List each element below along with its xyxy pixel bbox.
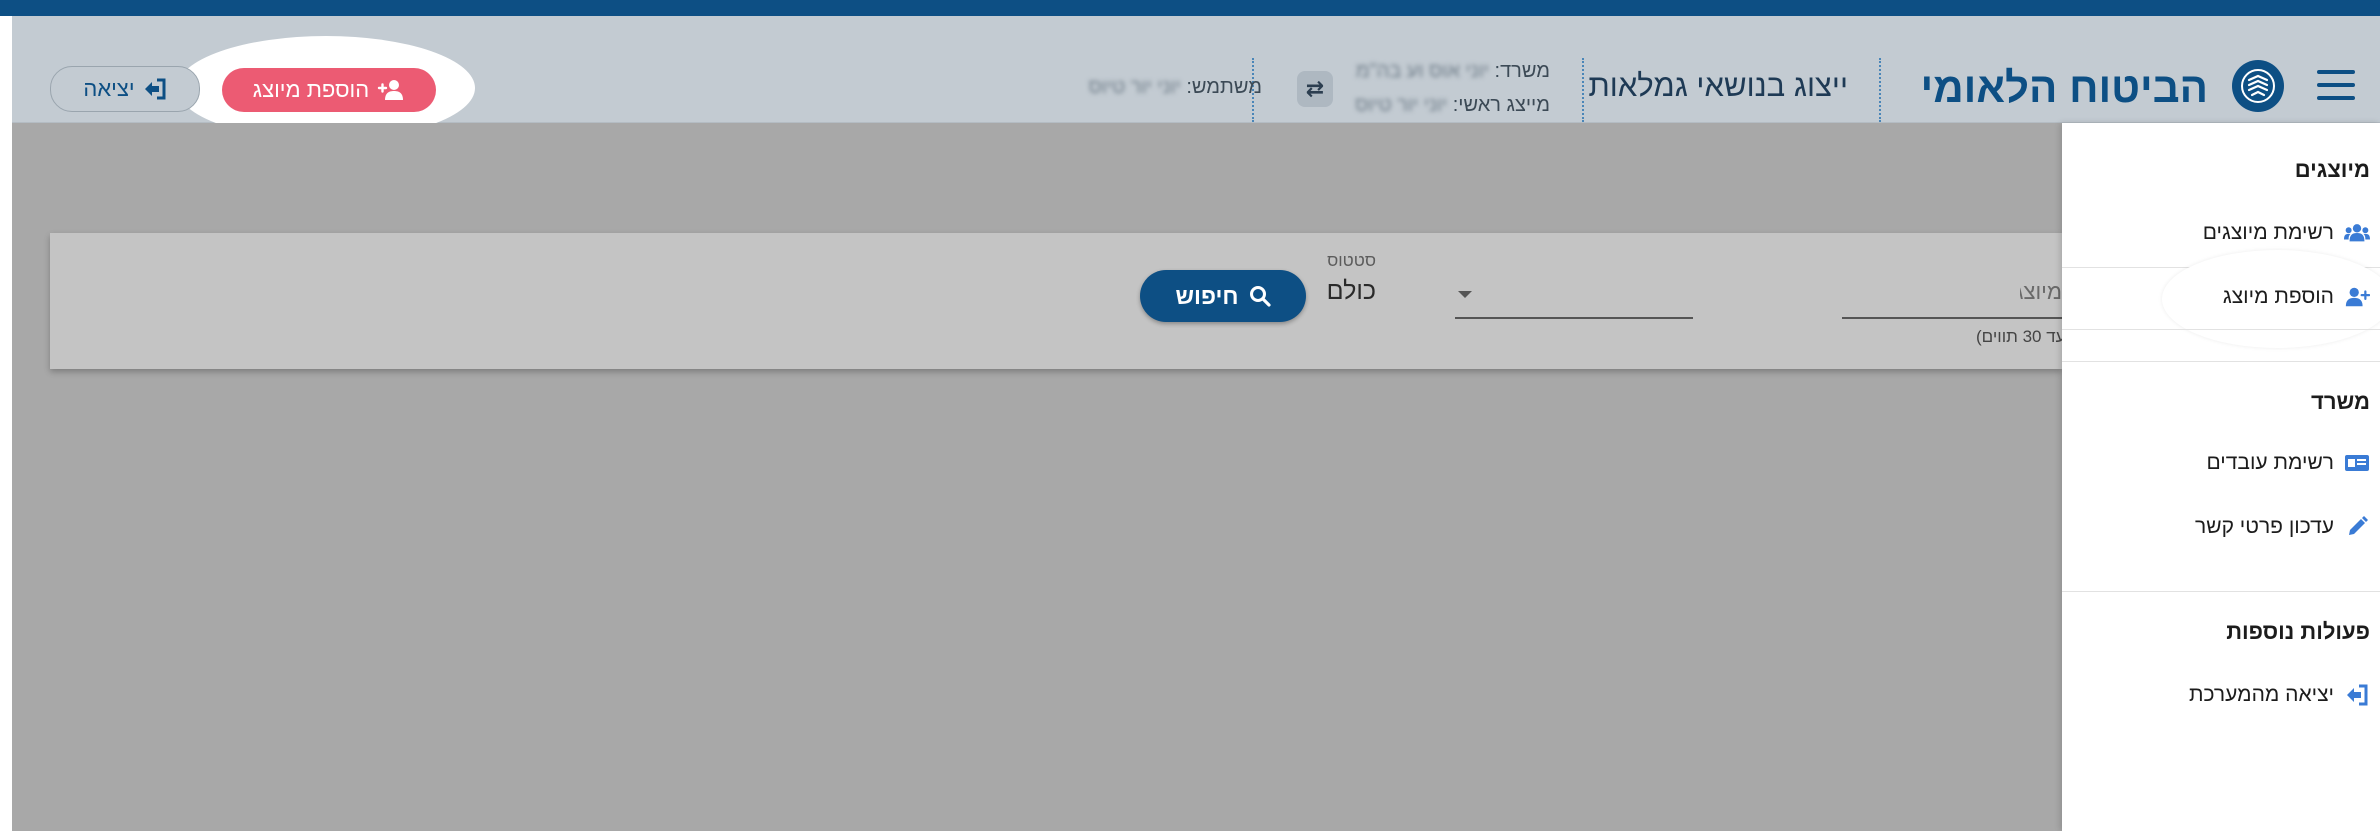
search-button-label: חיפוש xyxy=(1175,282,1239,309)
represented-input[interactable] xyxy=(1842,317,2062,319)
user-value: יוני יור טיוס xyxy=(1088,76,1181,98)
header-divider xyxy=(1879,58,1881,122)
status-select[interactable]: כולם xyxy=(1327,277,1376,306)
sign-out-icon xyxy=(2344,684,2370,706)
caret-down-icon[interactable] xyxy=(1458,291,1472,298)
sidebar-divider xyxy=(2062,329,2380,330)
add-represented-label: הוספת מיוצג xyxy=(252,77,370,102)
user-plus-icon xyxy=(2344,286,2370,308)
search-icon xyxy=(1249,286,1271,307)
logout-button[interactable]: יציאה xyxy=(50,66,200,112)
sidebar-item-represented-list[interactable]: רשימת מיוצגים xyxy=(2203,221,2370,245)
sidebar-item-update-contact[interactable]: עדכון פרטי קשר xyxy=(2195,515,2370,539)
sidebar-item-add-represented[interactable]: הוספת מיוצג xyxy=(2223,285,2370,309)
office-info: משרד: יוני אוס וע בה"מ xyxy=(1356,60,1550,83)
chief-rep-info: מייצג ראשי: יוני יור טיוס xyxy=(1355,94,1550,117)
add-represented-button[interactable]: הוספת מיוצג xyxy=(222,68,436,112)
app-header: הביטוח הלאומי ייצוג בנושאי גמלאות משרד: … xyxy=(12,16,2380,140)
sidebar-item-employee-list[interactable]: רשימת עובדים xyxy=(2206,451,2370,475)
id-card-icon xyxy=(2344,453,2370,473)
represented-field-hint: (עד 30 תווים) xyxy=(1976,327,2062,346)
hamburger-menu-icon[interactable] xyxy=(2317,70,2355,104)
office-value: יוני אוס וע בה"מ xyxy=(1355,60,1489,82)
search-button[interactable]: חיפוש xyxy=(1140,270,1306,322)
national-insurance-logo-icon xyxy=(2232,60,2284,112)
search-panel: סטטוס כולם מיוצג (עד 30 תווים) חיפוש xyxy=(50,233,2062,369)
sidebar-item-exit-system[interactable]: יציאה מהמערכת xyxy=(2189,683,2370,707)
switch-office-icon[interactable]: ⇄ xyxy=(1297,71,1333,107)
sidebar-divider xyxy=(2062,361,2380,362)
system-title: ייצוג בנושאי גמלאות xyxy=(1588,68,1848,103)
represented-field-label[interactable]: מיוצג xyxy=(2020,279,2062,305)
user-label: משתמש: xyxy=(1186,76,1262,98)
chief-rep-label: מייצג ראשי: xyxy=(1452,94,1550,116)
sidebar-heading-office: משרד xyxy=(2311,389,2370,414)
side-menu: מיוצגים רשימת מיוצגים הוספת מיוצג משרד ר… xyxy=(2062,123,2380,831)
sidebar-heading-represented: מיוצגים xyxy=(2294,157,2370,182)
status-field-label: סטטוס xyxy=(1327,251,1376,270)
logo-text: הביטוח הלאומי xyxy=(1920,64,2208,111)
sidebar-item-label: יציאה מהמערכת xyxy=(2189,683,2334,706)
header-divider xyxy=(1582,58,1584,122)
sidebar-item-label: עדכון פרטי קשר xyxy=(2195,515,2334,538)
sign-out-icon xyxy=(144,78,166,100)
chief-rep-value: יוני יור טיוס xyxy=(1355,94,1448,116)
sidebar-heading-more-actions: פעולות נוספות xyxy=(2226,619,2370,644)
user-plus-icon xyxy=(378,80,404,100)
sidebar-item-label: רשימת עובדים xyxy=(2206,451,2334,474)
sidebar-divider xyxy=(2062,591,2380,592)
user-info: משתמש: יוני יור טיוס xyxy=(1089,76,1262,99)
status-underline xyxy=(1455,317,1693,319)
office-label: משרד: xyxy=(1494,60,1550,82)
top-accent-bar xyxy=(0,0,2380,16)
sidebar-item-label: הוספת מיוצג xyxy=(2222,285,2334,308)
page-overlay[interactable] xyxy=(12,123,2062,831)
logout-label: יציאה xyxy=(83,76,135,101)
pencil-icon xyxy=(2344,515,2370,539)
users-icon xyxy=(2344,223,2370,243)
left-edge xyxy=(0,16,12,831)
sidebar-item-label: רשימת מיוצגים xyxy=(2202,221,2334,244)
